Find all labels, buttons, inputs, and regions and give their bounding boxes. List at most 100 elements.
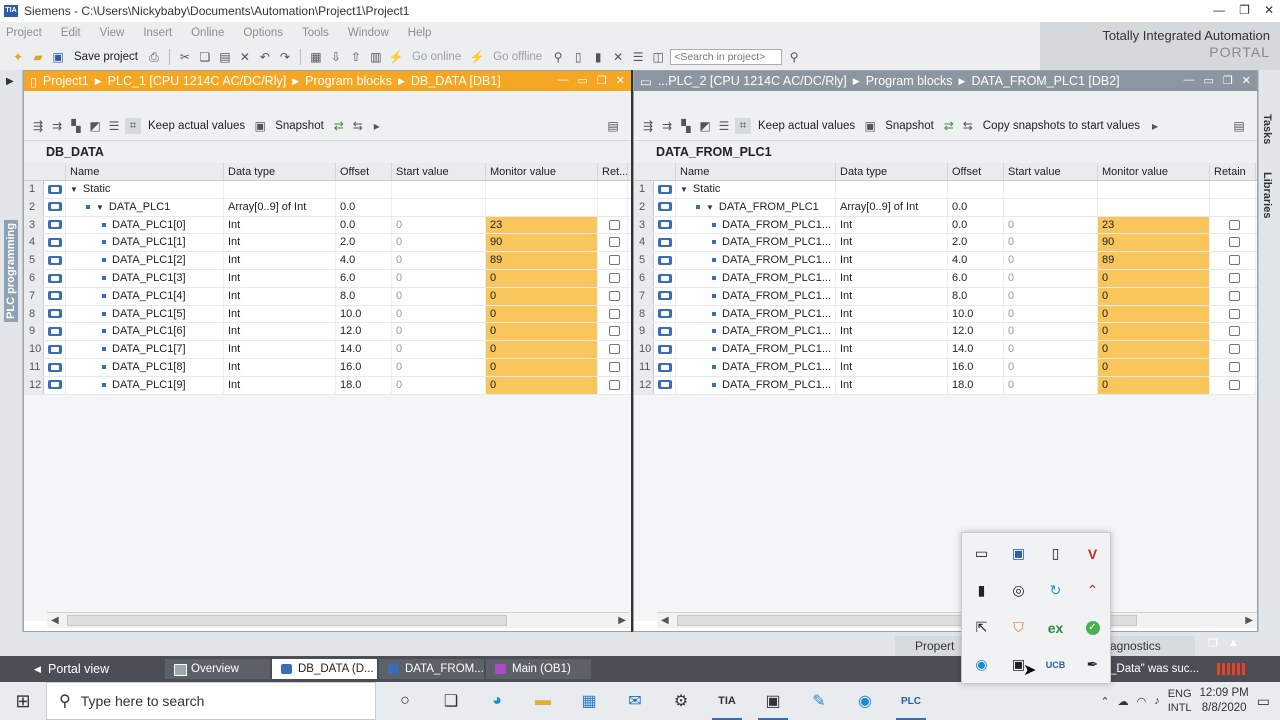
- startvalue-cell[interactable]: [392, 181, 486, 198]
- stop-cpu-icon[interactable]: ▮: [590, 49, 606, 65]
- retain-checkbox[interactable]: [1229, 326, 1240, 337]
- safely-remove-icon[interactable]: ⇱: [963, 609, 1000, 646]
- datatype-cell[interactable]: Int: [224, 234, 336, 252]
- retain-cell[interactable]: [598, 341, 628, 358]
- datatype-cell[interactable]: Int: [224, 287, 336, 305]
- zalo-icon[interactable]: ◉: [842, 682, 888, 720]
- close-icon[interactable]: ✕: [616, 74, 625, 87]
- portal-view-button[interactable]: Portal view: [0, 662, 165, 676]
- row-number[interactable]: 6: [24, 269, 44, 287]
- monitorvalue-cell[interactable]: 0: [486, 305, 598, 323]
- go-online-button[interactable]: Go online: [412, 51, 461, 63]
- language-indicator[interactable]: ENG INTL: [1168, 687, 1192, 715]
- volume-icon[interactable]: ♪: [1154, 695, 1160, 707]
- more-arrow-icon[interactable]: ▸: [1147, 118, 1163, 134]
- retain-checkbox[interactable]: [609, 290, 620, 301]
- row-number[interactable]: 3: [24, 216, 44, 234]
- table-row[interactable]: 12 DATA_PLC1[9] Int 18.0 0 0: [24, 376, 631, 395]
- name-cell[interactable]: DATA_PLC1[1]: [66, 234, 224, 252]
- monitorvalue-cell[interactable]: 0: [1098, 341, 1210, 358]
- keep-actual-values-button[interactable]: Keep actual values: [148, 120, 245, 132]
- search-input[interactable]: [670, 49, 783, 65]
- startvalue-cell[interactable]: 0: [1004, 252, 1098, 269]
- row-number[interactable]: 9: [24, 323, 44, 341]
- row-number[interactable]: 10: [24, 341, 44, 358]
- datatype-cell[interactable]: Int: [224, 358, 336, 376]
- monitorvalue-cell[interactable]: 0: [486, 269, 598, 287]
- table-row[interactable]: 9 DATA_FROM_PLC1... Int 12.0 0 0: [634, 323, 1257, 342]
- datatype-cell[interactable]: Array[0..9] of Int: [836, 198, 948, 216]
- startvalue-cell[interactable]: 0: [1004, 323, 1098, 341]
- plcsim-icon[interactable]: PLC: [888, 682, 934, 720]
- name-cell[interactable]: ▼ Static: [676, 181, 836, 198]
- header-offset[interactable]: Offset: [336, 163, 392, 180]
- retain-checkbox[interactable]: [1229, 379, 1240, 390]
- usb-drive-icon[interactable]: ▮: [963, 572, 1000, 609]
- datatype-cell[interactable]: Int: [224, 376, 336, 394]
- copy-snapshot-icon[interactable]: ⇄: [331, 118, 347, 134]
- name-cell[interactable]: DATA_FROM_PLC1...: [676, 252, 836, 269]
- retain-cell[interactable]: [1210, 341, 1256, 358]
- datatype-cell[interactable]: Int: [224, 305, 336, 323]
- security-tray-icon[interactable]: ⛉: [1000, 609, 1037, 646]
- header-startvalue[interactable]: Start value: [392, 163, 486, 180]
- plc-programming-tab[interactable]: PLC programming: [4, 220, 18, 322]
- monitorvalue-cell[interactable]: 90: [1098, 234, 1210, 252]
- print-icon[interactable]: ⎙: [146, 49, 162, 65]
- scroll-right-icon[interactable]: ▶: [1245, 615, 1253, 626]
- plc-app-icon[interactable]: ▣: [750, 682, 796, 720]
- snapshot-icon[interactable]: ▣: [862, 118, 878, 134]
- startvalue-cell[interactable]: 0: [392, 376, 486, 394]
- startvalue-cell[interactable]: [1004, 181, 1098, 198]
- collapse-all-icon[interactable]: ☰: [716, 118, 732, 134]
- name-cell[interactable]: DATA_FROM_PLC1...: [676, 287, 836, 305]
- name-cell[interactable]: ▼ DATA_PLC1: [66, 198, 224, 216]
- load-snapshot-icon[interactable]: ⇆: [960, 118, 976, 134]
- header-name[interactable]: Name: [66, 163, 224, 180]
- row-number[interactable]: 7: [24, 287, 44, 305]
- retain-cell[interactable]: [598, 323, 628, 341]
- monitorvalue-cell[interactable]: 0: [1098, 287, 1210, 305]
- row-number[interactable]: 10: [634, 341, 654, 358]
- startvalue-cell[interactable]: 0: [1004, 269, 1098, 287]
- snapshot-button[interactable]: Snapshot: [885, 120, 934, 132]
- undo-icon[interactable]: ↶: [257, 49, 273, 65]
- upload-icon[interactable]: ⇧: [348, 49, 364, 65]
- row-number[interactable]: 5: [24, 252, 44, 269]
- name-cell[interactable]: DATA_FROM_PLC1...: [676, 269, 836, 287]
- copy-snapshots-button[interactable]: Copy snapshots to start values: [983, 120, 1140, 132]
- cross-icon[interactable]: ✕: [610, 49, 626, 65]
- breadcrumb-item[interactable]: PLC_1 [CPU 1214C AC/DC/Rly]: [108, 74, 287, 88]
- startvalue-cell[interactable]: [1004, 198, 1098, 216]
- header-datatype[interactable]: Data type: [836, 163, 948, 180]
- reset-start-icon[interactable]: ▚: [678, 118, 694, 134]
- breadcrumb-item[interactable]: DB_DATA [DB1]: [411, 74, 501, 88]
- monitorvalue-cell[interactable]: 0: [1098, 323, 1210, 341]
- libraries-tab[interactable]: Libraries: [1259, 168, 1275, 222]
- datatype-cell[interactable]: Array[0..9] of Int: [224, 198, 336, 216]
- scroll-thumb[interactable]: [67, 615, 507, 626]
- retain-cell[interactable]: [1210, 269, 1256, 287]
- monitorvalue-cell[interactable]: 0: [1098, 358, 1210, 376]
- retain-checkbox[interactable]: [1229, 237, 1240, 248]
- row-number[interactable]: 5: [634, 252, 654, 269]
- name-cell[interactable]: DATA_FROM_PLC1...: [676, 341, 836, 358]
- retain-cell[interactable]: [1210, 358, 1256, 376]
- collapse-up-icon[interactable]: ▲: [1228, 637, 1239, 650]
- close-icon[interactable]: ✕: [1264, 3, 1274, 17]
- open-project-icon[interactable]: ▰: [30, 49, 46, 65]
- row-number[interactable]: 12: [24, 376, 44, 394]
- copy-icon[interactable]: ❏: [197, 49, 213, 65]
- paste-icon[interactable]: ▤: [217, 49, 233, 65]
- retain-cell[interactable]: [598, 198, 628, 216]
- insert-row-icon[interactable]: ⇶: [30, 118, 46, 134]
- name-cell[interactable]: DATA_FROM_PLC1...: [676, 376, 836, 394]
- startvalue-cell[interactable]: 0: [1004, 234, 1098, 252]
- retain-cell[interactable]: [1210, 287, 1256, 305]
- table-row[interactable]: 9 DATA_PLC1[6] Int 12.0 0 0: [24, 323, 631, 342]
- expand-arrow-icon[interactable]: ▶: [6, 76, 14, 87]
- expand-toggle-icon[interactable]: ▼: [70, 181, 78, 198]
- collapse-all-icon[interactable]: ☰: [106, 118, 122, 134]
- pen-tray-icon[interactable]: ✒: [1074, 646, 1111, 683]
- name-cell[interactable]: DATA_FROM_PLC1...: [676, 234, 836, 252]
